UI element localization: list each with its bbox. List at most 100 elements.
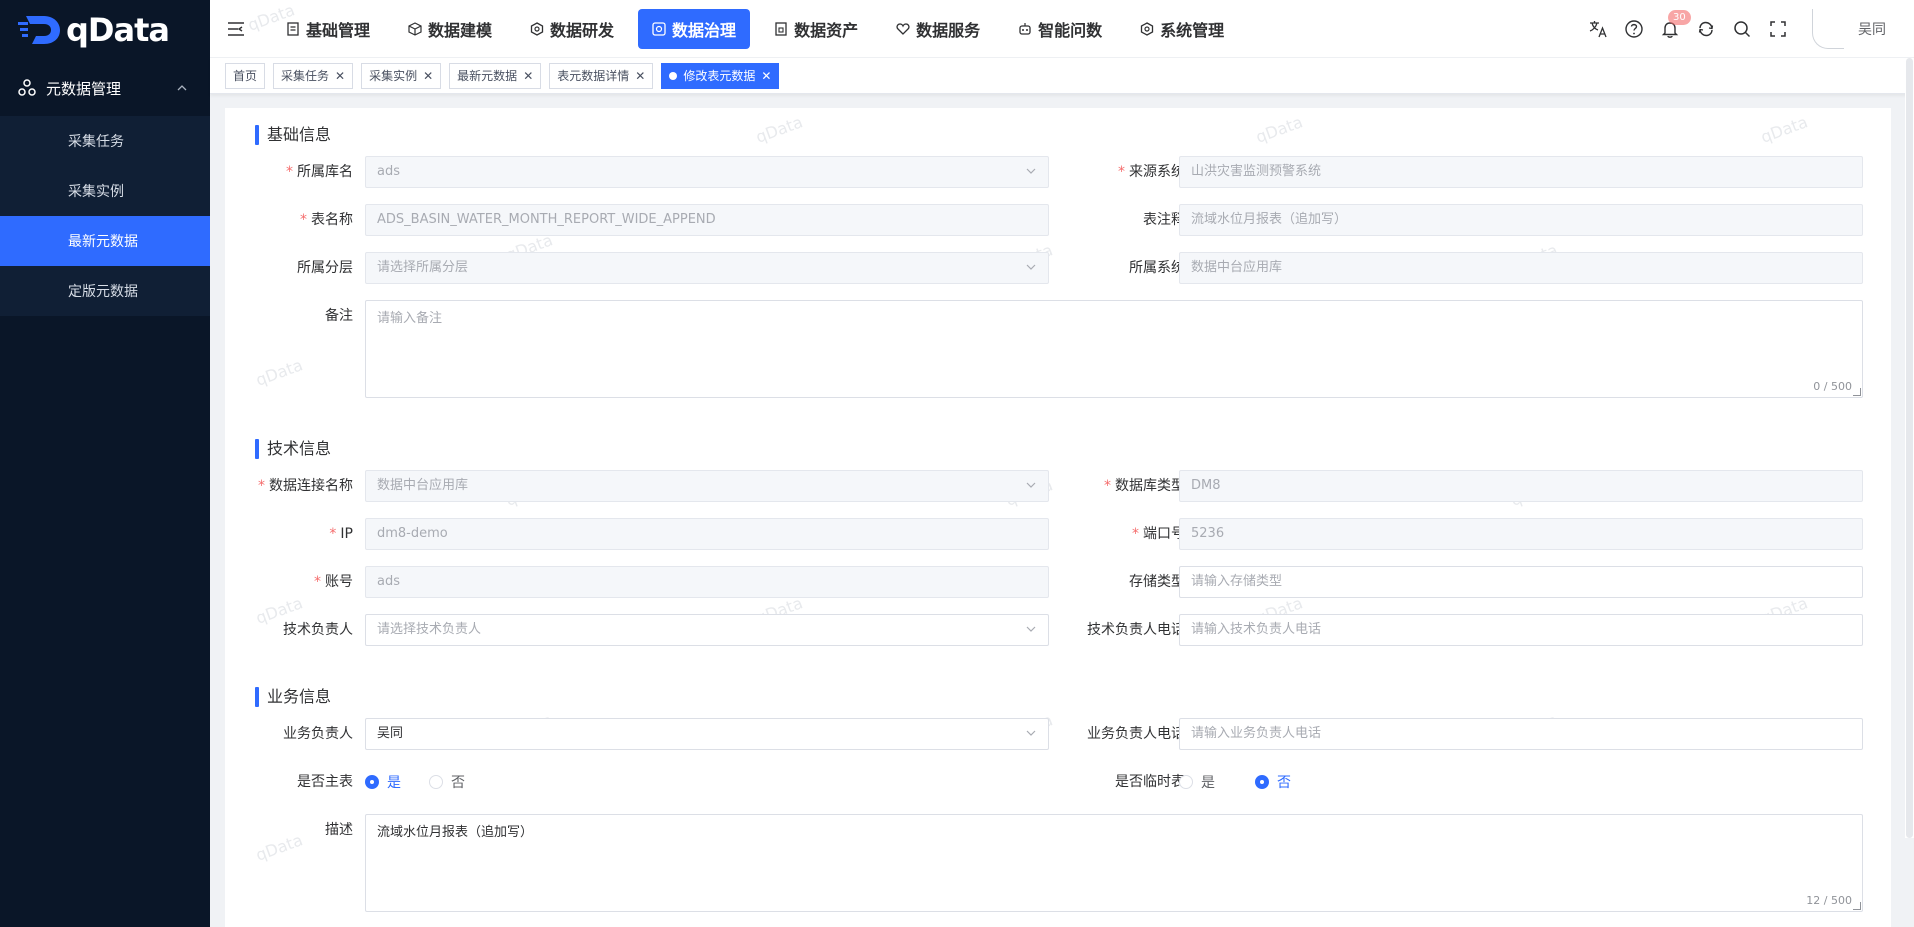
fullscreen-icon[interactable]: [1768, 19, 1788, 39]
table-name-input[interactable]: ADS_BASIN_WATER_MONTH_REPORT_WIDE_APPEND: [365, 204, 1049, 236]
ip-value: dm8-demo: [377, 526, 448, 541]
tab-table-metadata-detail[interactable]: 表元数据详情 ✕: [549, 62, 654, 89]
sidebar-item-collect-instance[interactable]: 采集实例: [0, 166, 210, 216]
label-table-comment: 表注释: [1055, 204, 1185, 236]
conn-name-value: 数据中台应用库: [377, 478, 469, 493]
radio-checked-icon: [1255, 775, 1269, 789]
close-icon[interactable]: ✕: [523, 69, 533, 83]
scrollbar-thumb[interactable]: [1906, 58, 1913, 838]
sidebar-item-final-metadata[interactable]: 定版元数据: [0, 266, 210, 316]
nav-data-services[interactable]: 数据服务: [882, 9, 994, 49]
nav-data-assets[interactable]: 数据资产: [760, 9, 872, 49]
is-main-yes-radio[interactable]: 是: [365, 772, 401, 792]
tech-owner-phone-input[interactable]: 请输入技术负责人电话: [1179, 614, 1863, 646]
user-name[interactable]: 吴同: [1858, 19, 1886, 39]
nav-basic-management[interactable]: 基础管理: [272, 9, 384, 49]
tab-label: 修改表元数据: [683, 69, 756, 83]
layer-select[interactable]: 请选择所属分层: [365, 252, 1049, 284]
remark-textarea[interactable]: 请输入备注 0 / 500: [365, 300, 1863, 398]
is-main-no-radio[interactable]: 否: [429, 772, 465, 792]
system-value: 数据中台应用库: [1191, 260, 1283, 275]
tab-collect-task[interactable]: 采集任务 ✕: [273, 62, 354, 89]
tab-latest-metadata[interactable]: 最新元数据 ✕: [449, 62, 542, 89]
resize-handle-icon[interactable]: [1853, 902, 1861, 910]
notification-bell[interactable]: 30: [1660, 9, 1691, 39]
port-input[interactable]: 5236: [1179, 518, 1863, 550]
tab-label: 表元数据详情: [557, 69, 630, 83]
nav-label: 智能问数: [1038, 20, 1103, 40]
ip-input[interactable]: dm8-demo: [365, 518, 1049, 550]
tech-owner-select[interactable]: 请选择技术负责人: [365, 614, 1049, 646]
label-biz-owner-phone: 业务负责人电话: [1055, 718, 1185, 750]
biz-owner-select[interactable]: 吴同: [365, 718, 1049, 750]
sidebar-item-label: 最新元数据: [68, 234, 138, 250]
translate-icon[interactable]: [1588, 19, 1608, 39]
page-scrollbar[interactable]: [1905, 58, 1914, 838]
is-temp-yes-radio[interactable]: 是: [1179, 772, 1215, 792]
settings-icon: [1140, 21, 1154, 36]
resize-handle-icon[interactable]: [1853, 388, 1861, 396]
active-dot-icon: [669, 71, 678, 80]
nav-system-management[interactable]: 系统管理: [1126, 9, 1238, 49]
table-comment-input[interactable]: 流域水位月报表（追加写）: [1179, 204, 1863, 236]
source-system-value: 山洪灾害监测预警系统: [1191, 164, 1322, 179]
close-icon[interactable]: ✕: [335, 69, 345, 83]
nav-label: 数据资产: [794, 20, 859, 40]
db-name-select[interactable]: ads: [365, 156, 1049, 188]
desc-textarea[interactable]: 流域水位月报表（追加写） 12 / 500: [365, 814, 1863, 912]
close-icon[interactable]: ✕: [423, 69, 433, 83]
sidebar-item-collect-task[interactable]: 采集任务: [0, 116, 210, 166]
label-biz-owner: 业务负责人: [225, 718, 353, 750]
tab-collect-instance[interactable]: 采集实例 ✕: [361, 62, 442, 89]
help-icon[interactable]: [1624, 19, 1644, 39]
avatar[interactable]: [1812, 8, 1844, 49]
biz-owner-value: 吴同: [377, 726, 404, 741]
desc-counter: 12 / 500: [1806, 894, 1852, 907]
hexagon-icon: [530, 21, 544, 36]
tech-owner-placeholder: 请选择技术负责人: [377, 622, 482, 637]
sidebar-item-label: 定版元数据: [68, 284, 138, 300]
label-account: * 账号: [314, 574, 353, 590]
close-icon[interactable]: ✕: [635, 69, 645, 83]
storage-type-input[interactable]: 请输入存储类型: [1179, 566, 1863, 598]
sidebar-item-label: 采集任务: [68, 134, 124, 150]
label-text: 账号: [325, 574, 353, 590]
system-input[interactable]: 数据中台应用库: [1179, 252, 1863, 284]
search-icon[interactable]: [1732, 19, 1752, 39]
robot-icon: [1019, 22, 1031, 35]
nav-data-modeling[interactable]: 数据建模: [394, 9, 506, 49]
biz-owner-phone-input[interactable]: 请输入业务负责人电话: [1179, 718, 1863, 750]
tech-owner-phone-placeholder: 请输入技术负责人电话: [1191, 622, 1322, 637]
close-icon[interactable]: ✕: [761, 69, 771, 83]
tab-home[interactable]: 首页: [225, 62, 266, 89]
label-text: 存储类型: [1129, 574, 1185, 590]
tab-edit-table-metadata[interactable]: 修改表元数据 ✕: [661, 62, 780, 89]
nav-label: 数据服务: [916, 20, 981, 40]
watermark: qData: [1758, 112, 1811, 147]
chevron-down-icon: [1026, 168, 1036, 174]
source-system-input[interactable]: 山洪灾害监测预警系统: [1179, 156, 1863, 188]
conn-name-select[interactable]: 数据中台应用库: [365, 470, 1049, 502]
sidebar-item-latest-metadata[interactable]: 最新元数据: [0, 216, 210, 266]
section-title-tech: 技术信息: [255, 439, 331, 459]
label-table-name: * 表名称: [300, 212, 353, 228]
sidebar-group-metadata[interactable]: 元数据管理: [0, 60, 210, 116]
chevron-down-icon: [1026, 626, 1036, 632]
nav-data-development[interactable]: 数据研发: [516, 9, 628, 49]
label-tech-owner-phone: 技术负责人电话: [1055, 614, 1185, 646]
db-type-value: DM8: [1191, 478, 1221, 493]
menu-collapse-icon[interactable]: [224, 17, 248, 41]
heart-icon: [896, 22, 910, 35]
label-text: 数据连接名称: [269, 478, 353, 494]
refresh-icon[interactable]: [1696, 19, 1716, 39]
db-type-input[interactable]: DM8: [1179, 470, 1863, 502]
sidebar: qData 元数据管理 采集任务 采集实例 最新元数据 定版元数据: [0, 0, 210, 927]
nav-data-governance[interactable]: 数据治理: [638, 8, 751, 49]
logo[interactable]: qData: [0, 0, 210, 60]
is-temp-no-radio[interactable]: 否: [1255, 772, 1291, 792]
nav-label: 系统管理: [1160, 20, 1225, 40]
label-text: 技术负责人: [283, 622, 353, 638]
account-input[interactable]: ads: [365, 566, 1049, 598]
nav-smart-query[interactable]: 智能问数: [1004, 9, 1116, 49]
label-remark: 备注: [225, 300, 353, 332]
